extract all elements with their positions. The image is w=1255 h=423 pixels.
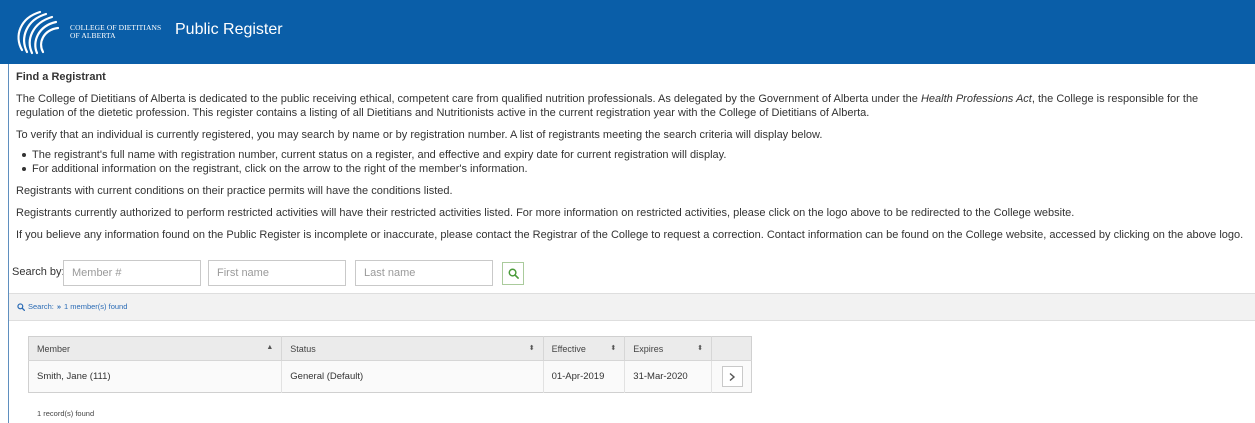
sort-icon: ⬍ <box>528 345 535 352</box>
intro-paragraph-2: To verify that an individual is currentl… <box>16 129 823 141</box>
logo-wordmark: COLLEGE OF DIETITIANS OF ALBERTA <box>70 23 162 40</box>
section-heading: Find a Registrant <box>16 71 106 83</box>
last-name-input[interactable] <box>355 260 493 286</box>
intro-paragraph-4: Registrants currently authorized to perf… <box>16 207 1075 219</box>
cell-effective: 01-Apr-2019 <box>543 360 626 393</box>
cell-status: General (Default) <box>281 360 544 393</box>
cell-action <box>711 360 752 393</box>
bullet-item: For additional information on the regist… <box>22 162 1248 176</box>
records-found-count: 1 record(s) found <box>37 409 95 418</box>
column-header-effective[interactable]: Effective ⬍ <box>543 336 626 361</box>
sort-icon: ⬍ <box>610 345 617 352</box>
sort-asc-icon: ▲ <box>266 344 274 351</box>
members-found-count: 1 member(s) found <box>64 302 128 311</box>
table-row: Smith, Jane (111) General (Default) 01-A… <box>28 360 752 393</box>
act-name: Health Professions Act <box>920 93 1032 105</box>
intro-section: Find a Registrant The College of Dietiti… <box>16 70 1248 250</box>
college-logo[interactable] <box>10 6 62 58</box>
column-header-action <box>711 336 752 361</box>
page-title: Public Register <box>175 21 283 38</box>
member-number-input[interactable] <box>63 260 201 286</box>
cell-member: Smith, Jane (111) <box>28 360 283 393</box>
info-bullets: The registrant's full name with registra… <box>22 148 1248 176</box>
double-chevron-icon: » <box>56 302 62 311</box>
sort-icon: ⬍ <box>697 345 703 352</box>
intro-paragraph-5: If you believe any information found on … <box>16 229 1244 241</box>
chevron-right-icon <box>729 372 736 381</box>
cell-expires: 31-Mar-2020 <box>624 360 712 393</box>
search-icon <box>17 302 25 311</box>
search-summary-link[interactable]: Search: » 1 member(s) found <box>17 302 127 311</box>
results-table: Member ▲ Status ⬍ Effective ⬍ Expires ⬍ Smit… <box>28 336 752 393</box>
first-name-input[interactable] <box>208 260 346 286</box>
view-details-button[interactable] <box>721 366 743 387</box>
search-icon <box>508 268 519 279</box>
search-by-label: Search by: <box>12 266 65 278</box>
app-header: COLLEGE OF DIETITIANS OF ALBERTA Public … <box>0 0 1255 64</box>
search-prefix: Search: <box>28 302 54 311</box>
search-result-bar: Search: » 1 member(s) found <box>9 293 1255 321</box>
intro-paragraph-1: The College of Dietitians of Alberta is … <box>16 93 1199 119</box>
table-header-row: Member ▲ Status ⬍ Effective ⬍ Expires ⬍ <box>28 336 752 361</box>
column-header-status[interactable]: Status ⬍ <box>281 336 544 361</box>
column-header-expires[interactable]: Expires ⬍ <box>624 336 712 361</box>
column-header-member[interactable]: Member ▲ <box>28 336 283 361</box>
bullet-item: The registrant's full name with registra… <box>22 148 1248 162</box>
frame-border <box>8 64 9 423</box>
search-button[interactable] <box>502 262 524 285</box>
intro-paragraph-3: Registrants with current conditions on t… <box>16 185 453 197</box>
